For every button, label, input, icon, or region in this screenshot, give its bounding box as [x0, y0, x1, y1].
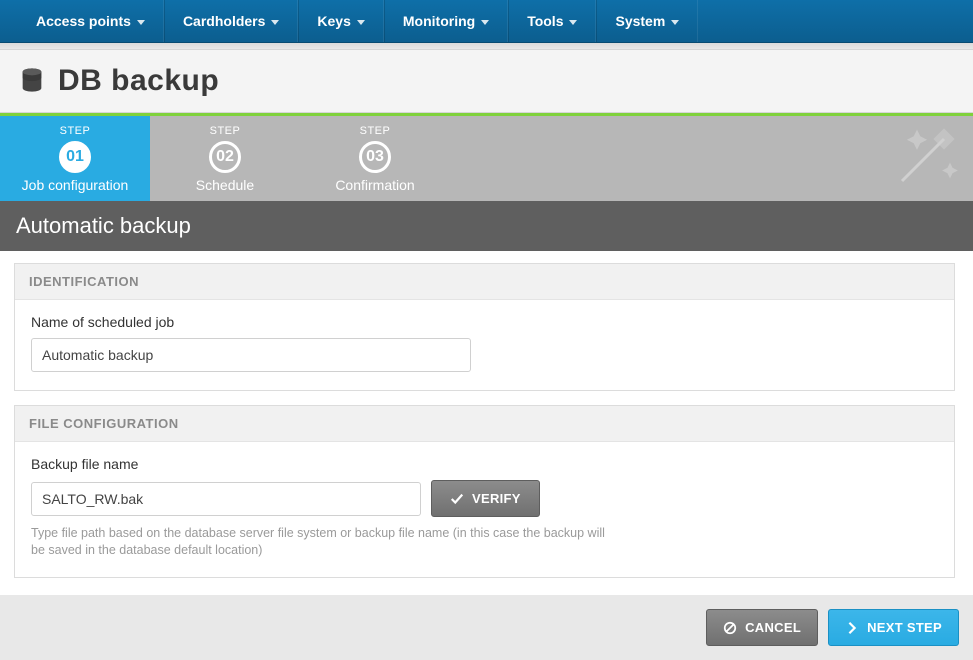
caret-down-icon [569, 20, 577, 25]
step-name: Schedule [196, 177, 254, 193]
panel-identification: IDENTIFICATION Name of scheduled job [14, 263, 955, 391]
help-text: Type file path based on the database ser… [31, 525, 611, 559]
step-number: 01 [59, 141, 91, 173]
chevron-right-icon [845, 621, 859, 635]
step-number: 03 [359, 141, 391, 173]
panel-body: Backup file name VERIFY Type file path b… [15, 442, 954, 577]
panel-file-configuration: FILE CONFIGURATION Backup file name VERI… [14, 405, 955, 578]
backup-file-name-label: Backup file name [31, 456, 938, 472]
footer: CANCEL NEXT STEP [0, 595, 973, 660]
nav-tools[interactable]: Tools [508, 0, 596, 42]
page-title: DB backup [58, 64, 219, 98]
caret-down-icon [357, 20, 365, 25]
step-prefix: STEP [360, 125, 391, 137]
step-job-configuration[interactable]: STEP 01 Job configuration [0, 116, 150, 201]
cancel-label: CANCEL [745, 620, 801, 635]
section-title: Automatic backup [0, 201, 973, 251]
wand-icon [887, 124, 959, 199]
nav-label: Cardholders [183, 13, 265, 29]
database-icon [18, 66, 46, 97]
nav-label: System [615, 13, 665, 29]
scroll-area[interactable]: IDENTIFICATION Name of scheduled job FIL… [14, 263, 959, 583]
panel-body: Name of scheduled job [15, 300, 954, 390]
step-prefix: STEP [60, 125, 91, 137]
step-prefix: STEP [210, 125, 241, 137]
verify-button[interactable]: VERIFY [431, 480, 540, 517]
verify-label: VERIFY [472, 491, 521, 506]
cancel-icon [723, 621, 737, 635]
cancel-button[interactable]: CANCEL [706, 609, 818, 646]
next-step-button[interactable]: NEXT STEP [828, 609, 959, 646]
nav-monitoring[interactable]: Monitoring [384, 0, 508, 42]
nav-system[interactable]: System [596, 0, 698, 42]
page-header: DB backup [0, 49, 973, 113]
app-root: Access points Cardholders Keys Monitorin… [0, 0, 973, 660]
nav-keys[interactable]: Keys [298, 0, 383, 42]
nav-label: Keys [317, 13, 350, 29]
caret-down-icon [481, 20, 489, 25]
caret-down-icon [271, 20, 279, 25]
nav-cardholders[interactable]: Cardholders [164, 0, 298, 42]
step-name: Job configuration [22, 177, 129, 193]
step-confirmation[interactable]: STEP 03 Confirmation [300, 116, 450, 201]
step-number: 02 [209, 141, 241, 173]
panel-header: FILE CONFIGURATION [15, 406, 954, 442]
job-name-input[interactable] [31, 338, 471, 372]
top-nav: Access points Cardholders Keys Monitorin… [0, 0, 973, 43]
job-name-label: Name of scheduled job [31, 314, 938, 330]
nav-label: Access points [36, 13, 131, 29]
step-name: Confirmation [335, 177, 414, 193]
file-name-row: VERIFY [31, 480, 938, 517]
nav-label: Monitoring [403, 13, 475, 29]
caret-down-icon [671, 20, 679, 25]
nav-label: Tools [527, 13, 563, 29]
check-icon [450, 492, 464, 506]
nav-access-points[interactable]: Access points [18, 0, 164, 42]
next-label: NEXT STEP [867, 620, 942, 635]
panel-header: IDENTIFICATION [15, 264, 954, 300]
content-area: IDENTIFICATION Name of scheduled job FIL… [0, 251, 973, 595]
wizard-steps: STEP 01 Job configuration STEP 02 Schedu… [0, 113, 973, 201]
backup-file-name-input[interactable] [31, 482, 421, 516]
caret-down-icon [137, 20, 145, 25]
step-schedule[interactable]: STEP 02 Schedule [150, 116, 300, 201]
